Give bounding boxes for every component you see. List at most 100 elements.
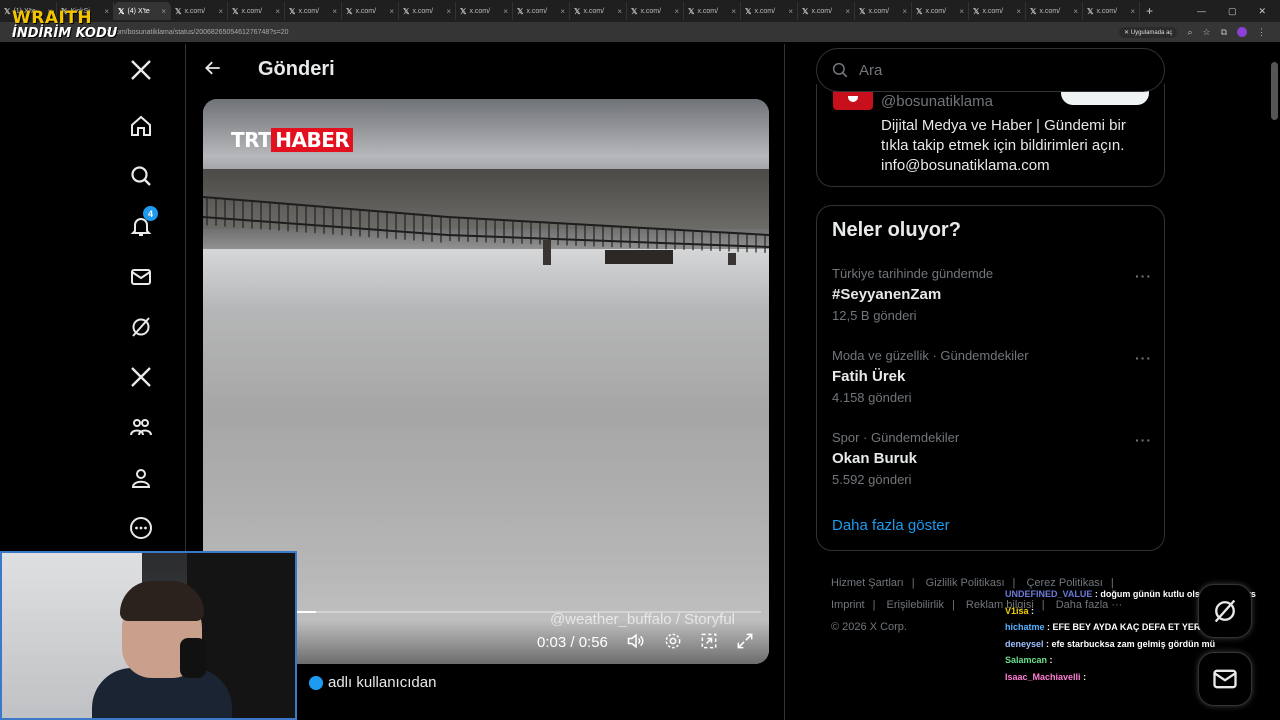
trend-context: Spor · Gündemdekiler xyxy=(832,430,960,445)
trend-more-icon[interactable]: ··· xyxy=(1135,268,1152,284)
trend-more-icon[interactable]: ··· xyxy=(1135,432,1152,448)
close-tab-icon[interactable]: × xyxy=(845,7,850,16)
more-options-icon[interactable] xyxy=(126,513,156,543)
volume-icon[interactable] xyxy=(625,630,647,652)
trend-more-icon[interactable]: ··· xyxy=(1135,350,1152,366)
profile-card-bio: Dijital Medya ve Haber | Gündemi bir tık… xyxy=(881,117,1126,174)
browser-tab[interactable]: 𝕏x.com/ × xyxy=(1083,2,1140,20)
fullscreen-icon[interactable] xyxy=(734,630,756,652)
close-tab-icon[interactable]: × xyxy=(560,7,565,16)
browser-tab[interactable]: 𝕏x.com/ × xyxy=(741,2,798,20)
new-tab-button[interactable]: + xyxy=(1146,4,1153,18)
close-tab-icon[interactable]: × xyxy=(617,7,622,16)
close-window-icon[interactable]: ✕ xyxy=(1258,6,1266,17)
follow-button[interactable] xyxy=(1061,90,1149,105)
x-favicon-icon: 𝕏 xyxy=(346,6,353,16)
close-tab-icon[interactable]: × xyxy=(446,7,451,16)
chat-username: UNDEFINED_VALUE xyxy=(1005,589,1093,599)
chat-username: deneysel xyxy=(1005,638,1044,649)
close-tab-icon[interactable]: × xyxy=(332,7,337,16)
premium-x-icon[interactable] xyxy=(126,362,156,392)
close-tab-icon[interactable]: × xyxy=(161,7,166,16)
x-favicon-icon: 𝕏 xyxy=(802,6,809,16)
chat-message: deneysel : efe starbucksa zam gelmiş gör… xyxy=(1005,636,1280,653)
close-tab-icon[interactable]: × xyxy=(674,7,679,16)
browser-tab[interactable]: 𝕏x.com/ × xyxy=(855,2,912,20)
x-logo-icon[interactable] xyxy=(126,55,156,85)
browser-tab[interactable]: 𝕏x.com/ × xyxy=(684,2,741,20)
close-tab-icon[interactable]: × xyxy=(902,7,907,16)
show-more-link[interactable]: Daha fazla göster xyxy=(832,517,950,534)
x-favicon-icon: 𝕏 xyxy=(289,6,296,16)
close-tab-icon[interactable]: × xyxy=(1130,7,1135,16)
close-tab-icon[interactable]: × xyxy=(1016,7,1021,16)
profile-avatar[interactable] xyxy=(1237,27,1247,37)
close-tab-icon[interactable]: × xyxy=(959,7,964,16)
close-tab-icon[interactable]: × xyxy=(731,7,736,16)
home-icon[interactable] xyxy=(126,111,156,141)
browser-tab[interactable]: 𝕏x.com/ × xyxy=(513,2,570,20)
close-tab-icon[interactable]: × xyxy=(389,7,394,16)
browser-tab-label: x.com/ xyxy=(355,7,377,15)
browser-tab[interactable]: 𝕏x.com/ × xyxy=(969,2,1026,20)
messages-envelope-icon[interactable] xyxy=(126,262,156,292)
page-title: Gönderi xyxy=(258,58,335,80)
browser-tab[interactable]: 𝕏x.com/ × xyxy=(228,2,285,20)
browser-tab[interactable]: 𝕏x.com/ × xyxy=(285,2,342,20)
minimize-icon[interactable]: — xyxy=(1197,6,1206,17)
sponsor-logo-line1: WRAITH xyxy=(12,8,93,28)
picture-in-picture-icon[interactable] xyxy=(698,630,720,652)
bookmark-star-icon[interactable]: ☆ xyxy=(1202,27,1210,38)
settings-gear-icon[interactable] xyxy=(662,630,684,652)
close-tab-icon[interactable]: × xyxy=(275,7,280,16)
footer-link[interactable]: Imprint xyxy=(831,599,865,611)
trend-count: 4.158 gönderi xyxy=(832,390,912,405)
browser-tab-label: x.com/ xyxy=(298,7,320,15)
trend-item[interactable]: Moda ve güzellik · Gündemdekiler Fatih Ü… xyxy=(832,348,1152,418)
url-field[interactable]: x.com/bosunatiklama/status/2006826505461… xyxy=(107,29,289,36)
browser-menu-icon[interactable]: ⋮ xyxy=(1257,27,1266,38)
close-tab-icon[interactable]: × xyxy=(788,7,793,16)
open-in-app-label: Uygulamada aç xyxy=(1130,29,1173,36)
search-input[interactable] xyxy=(859,61,1139,79)
search-icon[interactable] xyxy=(126,161,156,191)
x-favicon-icon: 𝕏 xyxy=(1030,6,1037,16)
back-arrow-icon[interactable] xyxy=(201,56,225,80)
footer-link[interactable]: Gizlilik Politikası xyxy=(926,577,1005,589)
extensions-icon[interactable]: ⧉ xyxy=(1221,27,1227,38)
x-favicon-icon: 𝕏 xyxy=(859,6,866,16)
browser-tab[interactable]: 𝕏 (4) X'te × xyxy=(114,2,171,20)
trend-item[interactable]: Spor · Gündemdekiler Okan Buruk 5.592 gö… xyxy=(832,430,1152,500)
browser-tab[interactable]: 𝕏x.com/ × xyxy=(342,2,399,20)
trt-logo-text: TRT xyxy=(231,128,272,152)
close-tab-icon[interactable]: × xyxy=(1073,7,1078,16)
browser-tab[interactable]: 𝕏x.com/ × xyxy=(399,2,456,20)
profile-card-avatar[interactable] xyxy=(833,90,873,110)
grok-float-button[interactable] xyxy=(1198,584,1252,638)
page-scrollbar[interactable] xyxy=(1271,62,1278,120)
trend-name: #SeyyanenZam xyxy=(832,286,942,303)
footer-link[interactable]: Hizmet Şartları xyxy=(831,577,904,589)
profile-card-handle[interactable]: @bosunatiklama xyxy=(881,93,993,110)
chat-username: Salamcan xyxy=(1005,655,1048,666)
open-in-app-button[interactable]: ✕ Uygulamada aç xyxy=(1119,26,1178,38)
browser-tab[interactable]: 𝕏x.com/ × xyxy=(627,2,684,20)
trend-item[interactable]: Türkiye tarihinde gündemde #SeyyanenZam … xyxy=(832,266,1152,336)
close-tab-icon[interactable]: × xyxy=(503,7,508,16)
profile-icon[interactable] xyxy=(126,463,156,493)
grok-icon[interactable] xyxy=(126,312,156,342)
footer-link[interactable]: Erişilebilirlik xyxy=(887,599,944,611)
browser-tab[interactable]: 𝕏x.com/ × xyxy=(171,2,228,20)
browser-tab[interactable]: 𝕏x.com/ × xyxy=(912,2,969,20)
notifications-bell-icon[interactable]: 4 xyxy=(126,206,158,241)
browser-tab[interactable]: 𝕏x.com/ × xyxy=(456,2,513,20)
browser-tab-label: x.com/ xyxy=(1096,7,1118,15)
messages-float-button[interactable] xyxy=(1198,652,1252,706)
browser-tab[interactable]: 𝕏x.com/ × xyxy=(1026,2,1083,20)
maximize-icon[interactable]: ▢ xyxy=(1228,6,1237,17)
close-tab-icon[interactable]: × xyxy=(218,7,223,16)
zoom-icon[interactable]: ⌕ xyxy=(1187,27,1192,38)
communities-icon[interactable] xyxy=(126,412,156,442)
browser-tab[interactable]: 𝕏x.com/ × xyxy=(570,2,627,20)
browser-tab[interactable]: 𝕏x.com/ × xyxy=(798,2,855,20)
